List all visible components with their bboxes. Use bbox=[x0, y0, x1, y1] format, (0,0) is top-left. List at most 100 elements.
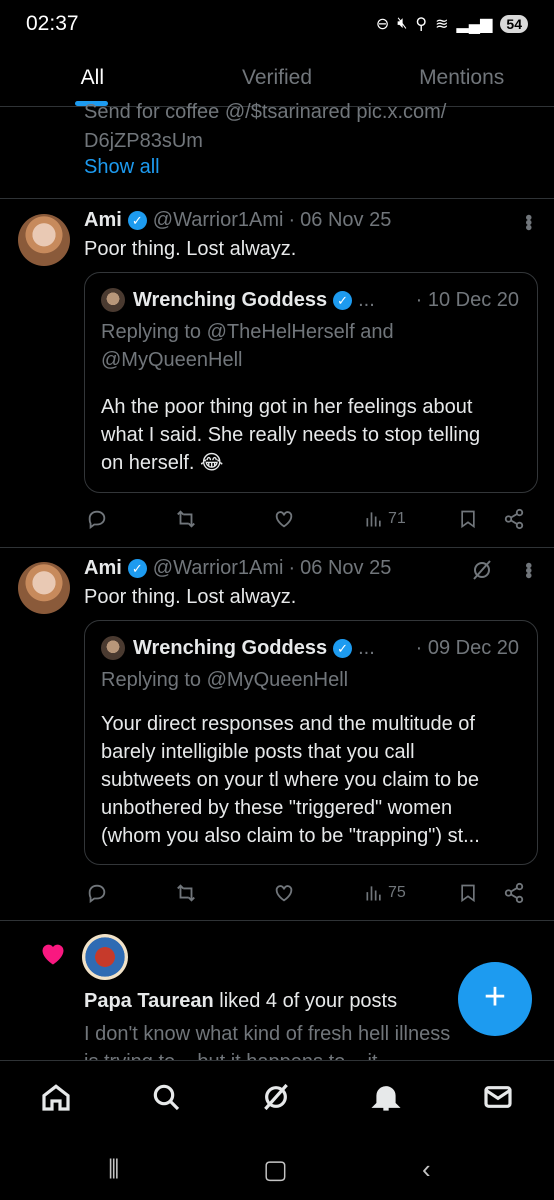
avatar[interactable] bbox=[18, 562, 70, 614]
views-button[interactable]: 71 bbox=[364, 508, 406, 530]
quoted-avatar bbox=[101, 288, 125, 312]
preview-line: is trying to... but it happens to... it.… bbox=[84, 1048, 524, 1060]
quoted-reply-to: Replying to @TheHelHerself and @MyQueenH… bbox=[101, 318, 394, 374]
nav-messages[interactable] bbox=[482, 1081, 514, 1118]
author-handle[interactable]: @Warrior1Ami bbox=[153, 209, 284, 232]
more-options-icon[interactable]: ••• bbox=[516, 214, 539, 229]
previous-tweet-line-2: D6jZP83sUm bbox=[84, 130, 203, 152]
quoted-tweet-text: Your direct responses and the multitude … bbox=[101, 710, 480, 850]
battery-badge: 54 bbox=[500, 15, 528, 33]
tweet-header: Ami ✓ @Warrior1Ami · 06 Nov 25 bbox=[84, 557, 391, 580]
home-icon bbox=[42, 1084, 70, 1111]
quoted-name-ellipsis: ... bbox=[358, 636, 375, 659]
liker-name[interactable]: Papa Taurean bbox=[84, 990, 214, 1012]
bookmark-button[interactable] bbox=[458, 508, 478, 530]
bookmark-button[interactable] bbox=[458, 882, 478, 904]
notifications-icon bbox=[371, 1086, 401, 1111]
separator-dot: · bbox=[288, 557, 296, 579]
previous-tweet-line-1: Send for coffee @/$tsarinared pic.x.com/ bbox=[84, 101, 447, 123]
avatar[interactable] bbox=[18, 214, 70, 266]
quoted-tweet-header: Wrenching Goddess ✓ ... bbox=[101, 288, 375, 312]
quoted-text-line: subtweets on your tl where you claim to … bbox=[101, 769, 479, 791]
grok-icon bbox=[264, 1083, 288, 1111]
notification-preview: I don't know what kind of fresh hell ill… bbox=[84, 1020, 524, 1060]
quoted-text-line: Ah the poor thing got in her feelings ab… bbox=[101, 396, 473, 418]
signal-icon: ▂▄▆ bbox=[456, 16, 493, 33]
compose-button[interactable]: + bbox=[458, 962, 532, 1036]
tweet-text: Poor thing. Lost alwayz. bbox=[84, 238, 297, 260]
reply-button[interactable] bbox=[86, 882, 108, 904]
more-options-icon[interactable]: ••• bbox=[516, 562, 539, 577]
quoted-text-line: Your direct responses and the multitude … bbox=[101, 713, 475, 735]
previous-tweet-text: Send for coffee @/$tsarinared pic.x.com/… bbox=[84, 98, 446, 156]
plus-icon: + bbox=[483, 976, 507, 1018]
bookmark-icon bbox=[461, 884, 475, 903]
tweet-header: Ami ✓ @Warrior1Ami · 06 Nov 25 bbox=[84, 209, 391, 232]
nav-grok[interactable] bbox=[260, 1081, 292, 1118]
mute-icon: 🔇︎ bbox=[397, 15, 408, 32]
location-icon: ⚲ bbox=[415, 16, 428, 33]
like-icon bbox=[275, 511, 293, 528]
tweet-divider bbox=[0, 920, 554, 921]
share-button[interactable] bbox=[503, 882, 525, 904]
search-icon bbox=[153, 1084, 180, 1111]
grok-icon[interactable] bbox=[470, 558, 494, 587]
nav-notifications[interactable] bbox=[370, 1081, 402, 1118]
quoted-tweet-text: Ah the poor thing got in her feelings ab… bbox=[101, 393, 480, 477]
quoted-text-line: unbothered by these "triggered" women bbox=[101, 797, 453, 819]
quoted-author-name: Wrenching Goddess bbox=[133, 288, 328, 311]
reply-button[interactable] bbox=[86, 508, 108, 530]
quoted-tweet-date: · 09 Dec 20 bbox=[415, 637, 519, 659]
preview-line: I don't know what kind of fresh hell ill… bbox=[84, 1023, 451, 1045]
author-handle[interactable]: @Warrior1Ami bbox=[153, 557, 284, 580]
views-icon bbox=[366, 886, 381, 901]
share-icon bbox=[504, 508, 524, 530]
quoted-tweet[interactable]: Wrenching Goddess ✓ ... · 10 Dec 20 Repl… bbox=[84, 272, 538, 493]
bottom-nav bbox=[0, 1060, 554, 1138]
tweet-date[interactable]: 06 Nov 25 bbox=[300, 557, 391, 580]
quoted-text-line: (whom you also claim to be "trapping") s… bbox=[101, 825, 480, 847]
reply-icon bbox=[88, 510, 106, 530]
quoted-tweet-header: Wrenching Goddess ✓ ... bbox=[101, 636, 375, 660]
share-icon bbox=[504, 882, 524, 904]
tweet-divider bbox=[0, 547, 554, 548]
back-icon[interactable]: ‹ bbox=[422, 1154, 431, 1185]
nav-home[interactable] bbox=[40, 1081, 72, 1118]
home-button-icon[interactable]: ▢ bbox=[263, 1154, 288, 1185]
quoted-avatar bbox=[101, 636, 125, 660]
verified-badge-icon: ✓ bbox=[333, 290, 353, 310]
author-name[interactable]: Ami bbox=[84, 209, 122, 232]
quoted-text-line: what I said. She really needs to stop te… bbox=[101, 424, 481, 446]
notification-action: liked 4 of your posts bbox=[213, 990, 398, 1012]
retweet-button[interactable] bbox=[175, 882, 197, 904]
show-all-link[interactable]: Show all bbox=[84, 156, 160, 179]
quoted-tweet[interactable]: Wrenching Goddess ✓ ... · 09 Dec 20 Repl… bbox=[84, 620, 538, 865]
author-name[interactable]: Ami bbox=[84, 557, 122, 580]
retweet-icon bbox=[177, 884, 195, 902]
recent-apps-icon[interactable]: ⦀ bbox=[108, 1154, 119, 1186]
views-count: 75 bbox=[388, 884, 406, 901]
status-time: 02:37 bbox=[26, 12, 79, 35]
retweet-button[interactable] bbox=[175, 508, 197, 530]
quoted-author-name: Wrenching Goddess bbox=[133, 636, 328, 659]
reply-to-line-2: @MyQueenHell bbox=[101, 349, 243, 371]
retweet-icon bbox=[177, 510, 195, 528]
wifi-icon: ≋ bbox=[435, 16, 449, 33]
dnd-icon: ⊖ bbox=[375, 16, 390, 33]
quoted-tweet-date: · 10 Dec 20 bbox=[415, 289, 519, 311]
liker-avatar[interactable] bbox=[82, 934, 128, 980]
quoted-reply-to: Replying to @MyQueenHell bbox=[101, 669, 349, 691]
verified-badge-icon: ✓ bbox=[127, 559, 147, 578]
like-button[interactable] bbox=[273, 508, 295, 530]
bookmark-icon bbox=[461, 510, 475, 529]
nav-search[interactable] bbox=[150, 1081, 182, 1118]
views-button[interactable]: 75 bbox=[364, 882, 406, 904]
verified-badge-icon: ✓ bbox=[333, 638, 353, 658]
tweet-text: Poor thing. Lost alwayz. bbox=[84, 586, 297, 608]
heart-icon bbox=[38, 940, 68, 973]
like-button[interactable] bbox=[273, 882, 295, 904]
share-button[interactable] bbox=[503, 508, 525, 530]
tweet-date[interactable]: 06 Nov 25 bbox=[300, 209, 391, 232]
quoted-text-line: barely intelligible posts that you call bbox=[101, 741, 415, 763]
reply-to-line-1: Replying to @TheHelHerself and bbox=[101, 321, 394, 343]
